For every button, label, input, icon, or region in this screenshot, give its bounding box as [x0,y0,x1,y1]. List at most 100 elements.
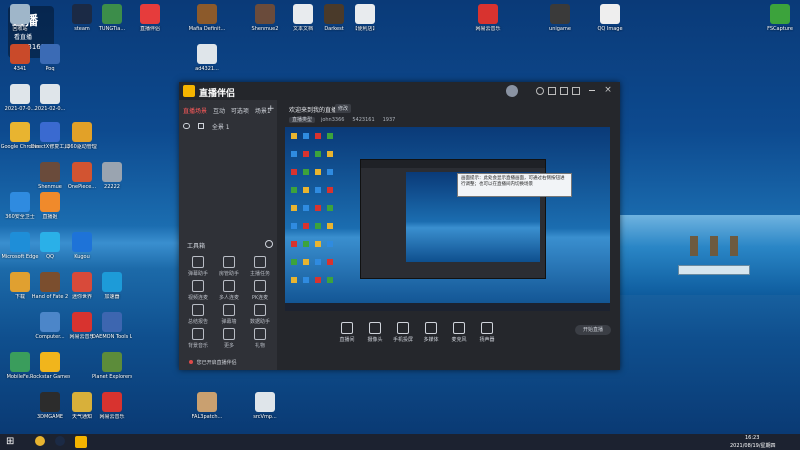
chrome-taskbar-icon[interactable] [35,436,45,446]
app-icon [40,272,60,292]
tool-item[interactable]: 房管助手 [214,256,244,277]
tool-item[interactable]: 弹幕墙 [214,304,244,325]
steam-taskbar-icon[interactable] [55,436,65,446]
preview-mini-icon [291,259,297,265]
control-button[interactable]: 直播间 [335,322,359,343]
tool-icon [192,280,204,292]
preview-mini-icon [315,133,321,139]
desktop-icon[interactable]: 直播伴侣 [130,4,170,40]
avatar[interactable] [506,85,518,97]
control-label: 扬声器 [479,337,495,343]
tool-label: 背景音乐 [187,343,208,349]
scene-item[interactable]: 全景 1 [183,122,273,132]
desktop-icon[interactable]: 直播姬 [30,192,70,228]
desktop-icon[interactable]: DAEMON Tools Lite [92,312,132,348]
desktop-icon[interactable]: Rockstar Games... [30,352,70,388]
desktop-icon[interactable]: 网易云音乐 [468,4,508,40]
desktop-icon[interactable]: TUNGTia... [92,4,132,40]
tool-label: 视频连麦 [187,295,208,301]
tool-icon [254,256,266,268]
app-icon [478,4,498,24]
control-button[interactable]: 扬声器 [475,322,499,343]
app-icon [10,352,30,372]
desktop-icon[interactable]: 【便利店】 [345,4,385,40]
settings-icon[interactable] [536,87,544,95]
desktop-icon[interactable]: Kugou [62,232,102,268]
app-icon [10,4,30,24]
desktop-icon-label: TUNGTia... [98,26,126,32]
desktop-icon[interactable]: Mafia Definit... [187,4,227,40]
tool-item[interactable]: 多人连麦 [214,280,244,301]
share-icon[interactable] [548,87,556,95]
sidebar-notice-text: 您已开启直播伴侣 [196,360,237,366]
pier [678,265,750,275]
tool-item[interactable]: 背景音乐 [183,328,213,349]
tool-icon [223,280,235,292]
desktop-icon[interactable]: FSCapture [760,4,800,40]
tool-label: 总结报告 [187,319,208,325]
tray-icons[interactable] [670,436,730,448]
desktop-icon[interactable]: 网易云音乐 [92,392,132,428]
app-icon [10,84,30,104]
tool-item[interactable]: 总结报告 [183,304,213,325]
control-button[interactable]: 手机投屏 [391,322,415,343]
add-scene-button[interactable]: + [267,104,275,114]
tool-icon [254,304,266,316]
control-label: 手机投屏 [392,337,413,343]
desktop-icon[interactable]: Planet Explorers [92,352,132,388]
desktop-icon[interactable]: Poq [30,44,70,80]
desktop-icon[interactable]: 2021-02-0... [30,84,70,120]
eye-icon[interactable] [183,123,190,129]
control-icon [397,322,409,334]
edit-room-button[interactable]: 修改 [335,104,352,113]
preview-mini-icon [327,223,333,229]
tool-item[interactable]: 主播任务 [245,256,275,277]
desktop-icon[interactable]: srcVmp... [245,392,285,428]
desktop-icon[interactable]: unigame [540,4,580,40]
app-icon [600,4,620,24]
desktop-icon[interactable]: 360驱动管理 [62,122,102,158]
control-button[interactable]: 多媒体 [419,322,443,343]
start-stream-button[interactable]: 开始直播 [575,325,611,335]
tool-label: 礼物 [254,343,265,349]
tool-item[interactable]: 礼物 [245,328,275,349]
start-icon[interactable]: ⊞ [6,436,18,448]
tool-item[interactable]: 更多 [214,328,244,349]
desktop-icon[interactable]: 回收站 [0,4,40,40]
preview-mini-icon [327,169,333,175]
control-button[interactable]: 摄像头 [363,322,387,343]
desktop-icon[interactable]: QQ Image [590,4,630,40]
clock-date[interactable]: 2021/08/19/星期四 [730,442,776,449]
preview-mini-icon [315,223,321,229]
desktop-icon[interactable]: FAL3patch... [187,392,227,428]
desktop-icon[interactable]: ad4321... [187,44,227,80]
preview-mini-icon [303,259,309,265]
tab-scene[interactable]: 直播场景 [183,108,207,115]
preview-mini-icon [327,259,333,265]
desktop-icon[interactable]: 加速器 [92,272,132,308]
tool-item[interactable]: 数据助手 [245,304,275,325]
close-icon[interactable]: × [603,85,613,95]
live-streaming-app-window[interactable]: 直播伴侣 × 直播场景 互动 可选项 场景1 + 全景 1 工具箱 弹幕助手 房管… [179,82,620,370]
clock-time[interactable]: 16:23 [745,435,759,441]
app-title-bar[interactable]: 直播伴侣 × [179,82,620,100]
tab-options[interactable]: 可选项 [231,108,249,115]
desktop-icon[interactable]: 22222 [92,162,132,198]
desktop-icon[interactable]: Shenmue2 [245,4,285,40]
tag-type[interactable]: 直播类型 [289,117,316,123]
lock-icon[interactable] [197,123,204,129]
sidebar-notice[interactable]: 您已开启直播伴侣 [189,359,237,366]
tool-item[interactable]: 视频连麦 [183,280,213,301]
mail-icon[interactable] [572,87,580,95]
minimize-icon[interactable] [589,90,595,91]
gift-icon[interactable] [560,87,568,95]
live-app-taskbar-icon[interactable] [75,436,87,448]
tool-item[interactable]: 弹幕助手 [183,256,213,277]
tools-toggle-icon[interactable] [265,240,273,248]
stream-preview[interactable]: 画面提示：此处会显示直播画面，可通过右侧按钮进行调整；也可以在直播间内切换场景 [285,127,610,311]
tool-label: 多人连麦 [218,295,239,301]
control-button[interactable]: 麦克风 [447,322,471,343]
desktop-icon-label: 回收站 [12,26,28,32]
tab-interact[interactable]: 互动 [213,108,225,115]
tool-item[interactable]: PK连麦 [245,280,275,301]
